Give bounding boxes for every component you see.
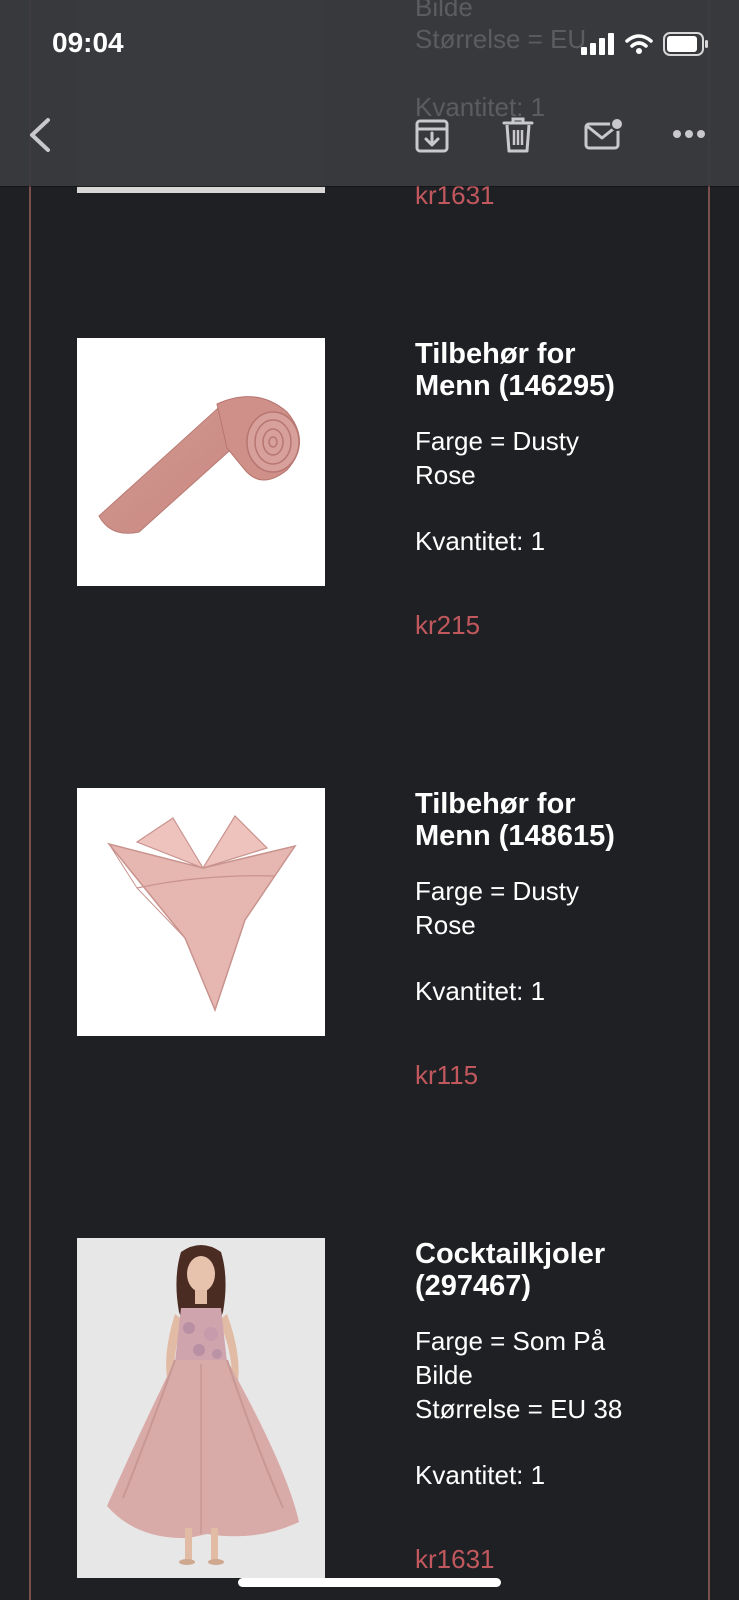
status-time: 09:04 [52,27,124,58]
product-image-tie[interactable] [77,338,325,586]
mail-unread-icon[interactable] [584,116,624,152]
product-color: Farge = Dusty [415,426,580,456]
product-quantity: Kvantitet: 1 [415,526,546,556]
product-title-code[interactable]: (297467) [415,1270,531,1302]
product-color-value: Rose [415,460,476,490]
product-color: Farge = Dusty [415,876,580,906]
product-color-value: Rose [415,910,476,940]
trash-icon[interactable] [502,116,534,154]
product-size: Størrelse = EU 38 [415,1394,623,1424]
product-quantity: Kvantitet: 1 [415,976,546,1006]
product-title[interactable]: Tilbehør for [415,788,576,820]
chevron-left-icon[interactable] [26,116,56,154]
email-frame-right [708,0,710,1600]
battery-icon [663,32,708,56]
product-price: kr1631 [415,1544,495,1574]
email-toolbar-header: Bilde Størrelse = EU Kvantitet: 1 09:04 [0,0,739,186]
product-image-dress[interactable] [77,1238,325,1578]
ghost-size-line: Størrelse = EU [415,24,587,54]
product-title-code[interactable]: Menn (148615) [415,820,615,852]
more-icon[interactable] [672,128,706,140]
product-color-value: Bilde [415,1360,473,1390]
email-frame-left [29,0,31,1600]
product-attributes: Farge = Dusty Rose [415,424,663,492]
product-price: kr115 [415,1060,479,1090]
home-indicator[interactable] [238,1578,501,1587]
product-attributes: Farge = Dusty Rose [415,874,663,942]
status-icons [581,32,709,56]
product-price: kr215 [415,610,481,640]
archive-icon[interactable] [414,118,450,154]
product-color: Farge = Som På [415,1326,606,1356]
cellular-signal-icon [581,33,614,55]
ghost-attr-line: Bilde [415,0,473,22]
product-title[interactable]: Cocktailkjoler [415,1238,605,1270]
product-title[interactable]: Tilbehør for [415,338,576,370]
product-attributes: Farge = Som På Bilde Størrelse = EU 38 [415,1324,663,1426]
wifi-icon [625,34,653,54]
product-title-code[interactable]: Menn (146295) [415,370,615,402]
product-quantity: Kvantitet: 1 [415,1460,546,1490]
product-image-pocket-square[interactable] [77,788,325,1036]
